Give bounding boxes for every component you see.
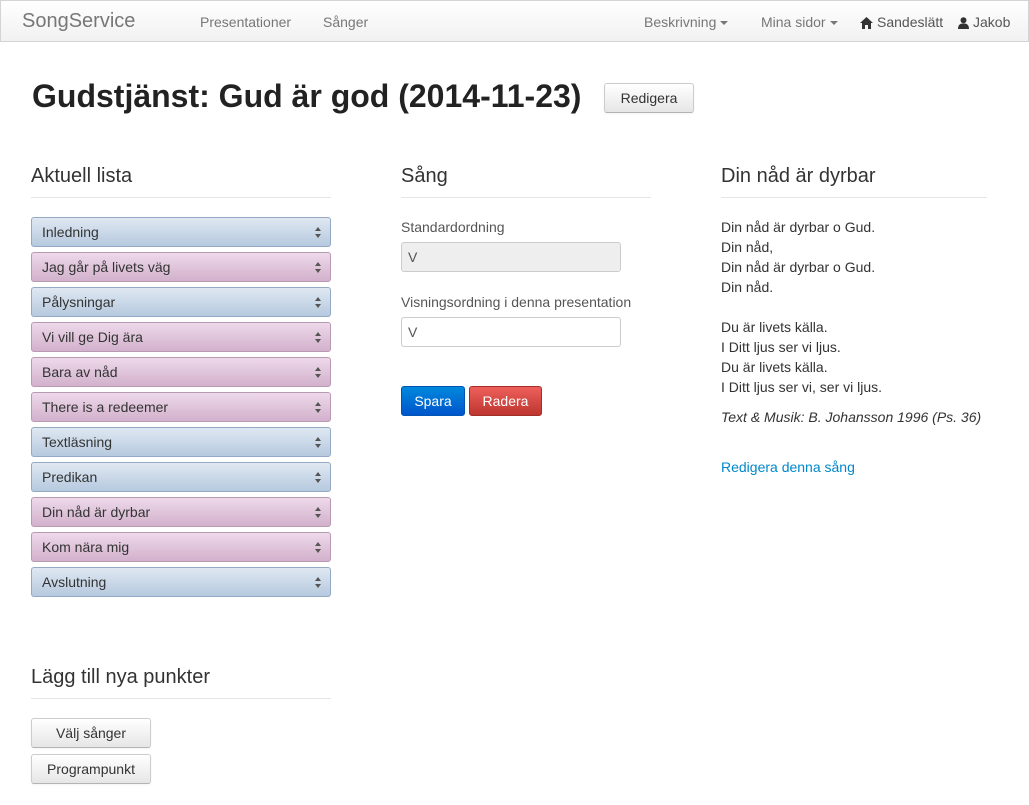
- list-item[interactable]: Bara av nåd: [31, 357, 331, 387]
- list-item[interactable]: Pålysningar: [31, 287, 331, 317]
- current-list-title: Aktuell lista: [31, 165, 331, 198]
- nav-user-label: Jakob: [973, 14, 1011, 30]
- lyric-line: I Ditt ljus ser vi ljus.: [721, 339, 841, 355]
- brand-link[interactable]: SongService: [22, 10, 135, 33]
- list-item[interactable]: Avslutning: [31, 567, 331, 597]
- edit-presentation-button[interactable]: Redigera: [604, 83, 694, 113]
- sort-icon: [315, 577, 321, 588]
- list-item[interactable]: Vi vill ge Dig ära: [31, 322, 331, 352]
- nav-location-label: Sandeslätt: [877, 14, 944, 30]
- standard-order-label: Standardordning: [401, 219, 505, 235]
- list-item-label: Inledning: [42, 224, 99, 240]
- add-items-title: Lägg till nya punkter: [31, 666, 331, 699]
- sort-icon: [315, 227, 321, 238]
- page-title: Gudstjänst: Gud är god (2014-11-23): [32, 78, 582, 114]
- navbar: SongService Presentationer Sånger Beskri…: [0, 0, 1029, 42]
- list-item-label: There is a redeemer: [42, 399, 169, 415]
- home-icon: [860, 17, 873, 29]
- list-item-label: Jag går på livets väg: [42, 259, 171, 275]
- sort-icon: [315, 332, 321, 343]
- sort-icon: [315, 402, 321, 413]
- edit-song-link[interactable]: Redigera denna sång: [721, 459, 855, 475]
- nav-mina-sidor-dropdown[interactable]: Mina sidor: [761, 14, 838, 30]
- sort-icon: [315, 367, 321, 378]
- sort-icon: [315, 472, 321, 483]
- nav-beskrivning-dropdown[interactable]: Beskrivning: [644, 14, 729, 30]
- nav-user[interactable]: Jakob: [958, 14, 1010, 30]
- lyric-line: Din nåd är dyrbar o Gud.: [721, 259, 876, 275]
- list-item-label: Vi vill ge Dig ära: [42, 329, 143, 345]
- list-item[interactable]: There is a redeemer: [31, 392, 331, 422]
- choose-songs-button[interactable]: Välj sånger: [31, 718, 151, 748]
- list-item-label: Bara av nåd: [42, 364, 118, 380]
- list-item[interactable]: Jag går på livets väg: [31, 252, 331, 282]
- user-icon: [958, 17, 969, 29]
- lyric-line: Du är livets källa.: [721, 319, 828, 335]
- sort-icon: [315, 542, 321, 553]
- list-item-label: Predikan: [42, 469, 98, 485]
- nav-beskrivning-label: Beskrivning: [644, 14, 717, 30]
- nav-sanger[interactable]: Sånger: [323, 14, 368, 30]
- delete-button[interactable]: Radera: [469, 386, 542, 416]
- display-order-label: Visningsordning i denna presentation: [401, 294, 632, 310]
- nav-presentationer[interactable]: Presentationer: [200, 14, 291, 30]
- display-order-field[interactable]: [401, 317, 621, 347]
- list-item-label: Textläsning: [42, 434, 113, 450]
- sort-icon: [315, 297, 321, 308]
- chevron-down-icon: [829, 21, 838, 26]
- song-credit: Text & Musik: B. Johansson 1996 (Ps. 36): [721, 409, 982, 425]
- list-item-label: Din nåd är dyrbar: [42, 504, 151, 520]
- list-item-label: Kom nära mig: [42, 539, 130, 555]
- lyric-line: I Ditt ljus ser vi, ser vi ljus.: [721, 379, 883, 395]
- lyric-line: Din nåd,: [721, 239, 774, 255]
- lyrics-title: Din nåd är dyrbar: [721, 165, 987, 198]
- chevron-down-icon: [720, 21, 729, 26]
- list-item-label: Avslutning: [42, 574, 107, 590]
- list-item[interactable]: Din nåd är dyrbar: [31, 497, 331, 527]
- song-section-title: Sång: [401, 165, 651, 198]
- program-item-button[interactable]: Programpunkt: [31, 754, 151, 784]
- lyric-line: Du är livets källa.: [721, 359, 828, 375]
- list-item-label: Pålysningar: [42, 294, 116, 310]
- sort-icon: [315, 507, 321, 518]
- standard-order-field: [401, 242, 621, 272]
- list-item[interactable]: Inledning: [31, 217, 331, 247]
- sort-icon: [315, 262, 321, 273]
- list-item[interactable]: Kom nära mig: [31, 532, 331, 562]
- nav-location[interactable]: Sandeslätt: [860, 14, 943, 30]
- save-button[interactable]: Spara: [401, 386, 465, 416]
- nav-mina-sidor-label: Mina sidor: [761, 14, 826, 30]
- list-item[interactable]: Textläsning: [31, 427, 331, 457]
- sort-icon: [315, 437, 321, 448]
- list-item[interactable]: Predikan: [31, 462, 331, 492]
- lyric-line: Din nåd är dyrbar o Gud.: [721, 219, 876, 235]
- lyric-line: Din nåd.: [721, 279, 774, 295]
